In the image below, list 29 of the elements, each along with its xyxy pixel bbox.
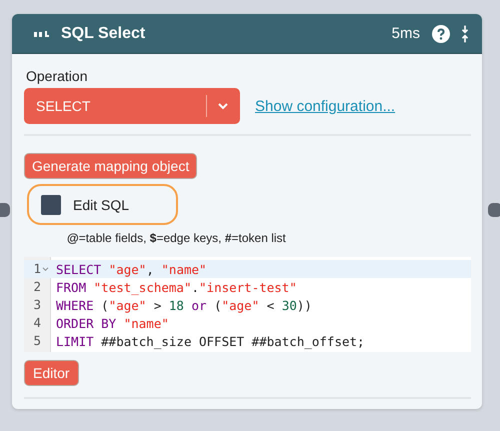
code-line: SELECT "age", "name"	[56, 262, 207, 276]
line-number: 3	[32, 296, 41, 314]
line-number: 4	[32, 314, 41, 332]
operation-dropdown[interactable]: SELECT	[24, 88, 240, 124]
checkbox[interactable]	[41, 194, 61, 214]
generate-mapping-button[interactable]: Generate mapping object	[24, 153, 198, 179]
execution-time: 5ms	[392, 25, 420, 42]
show-configuration-link[interactable]: Show configuration...	[255, 98, 396, 114]
code-line: WHERE ("age" > 18 or ("age" < 30))	[56, 298, 312, 312]
code-editor[interactable]: 1 SELECT "age", "name" 2 FROM "test_schema"."insert-test" 3 WHERE ("age" > 18 or ("age" < 30)) 4 ORDER BY "name" 5 LIMIT ##batch_size OFFSET ##batch_offset;	[24, 257, 471, 352]
field-label: Operation	[26, 68, 88, 84]
node-title: SQL Select	[61, 24, 146, 42]
line-number: 2	[32, 278, 41, 296]
line-number: 5	[32, 332, 41, 350]
help-icon[interactable]	[432, 24, 450, 42]
hint-text: @=table fields, $=edge keys, #=token list	[67, 231, 286, 245]
line-number: 1	[32, 260, 41, 278]
connector-port[interactable]	[488, 203, 500, 217]
fold-icon[interactable]	[42, 266, 49, 272]
collapse-icon[interactable]	[460, 24, 470, 42]
code-line: FROM "test_schema"."insert-test"	[56, 280, 297, 294]
checkbox-label: Edit SQL	[73, 196, 130, 212]
sql-icon	[34, 30, 50, 38]
chevron-icon	[217, 102, 229, 110]
code-line: LIMIT ##batch_size OFFSET ##batch_offset;	[56, 334, 365, 348]
edit-sql-toggle[interactable]: Edit SQL	[27, 184, 178, 225]
code-line: ORDER BY "name"	[56, 316, 169, 330]
editor-button[interactable]: Editor	[24, 360, 79, 386]
connector-port[interactable]	[0, 203, 10, 217]
